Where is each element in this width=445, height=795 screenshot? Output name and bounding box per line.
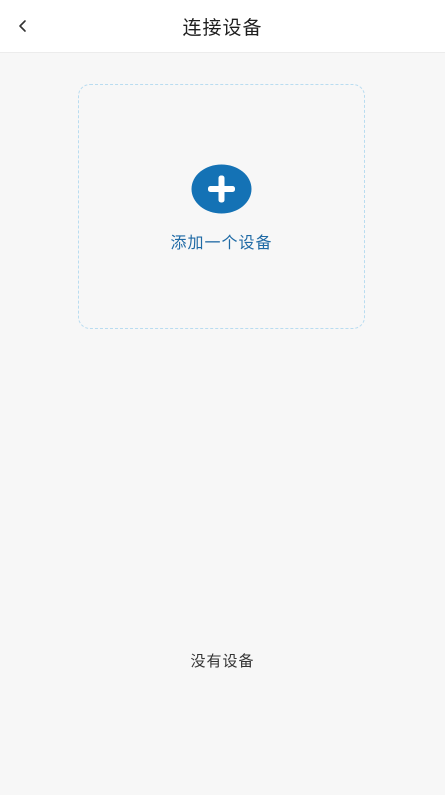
plus-circle-icon[interactable] xyxy=(191,164,252,214)
empty-state-message: 没有设备 xyxy=(190,652,255,670)
add-device-label[interactable]: 添加一个设备 xyxy=(78,229,365,253)
top-bar: 连接设备 xyxy=(0,0,445,53)
page-title: 连接设备 xyxy=(182,17,263,39)
